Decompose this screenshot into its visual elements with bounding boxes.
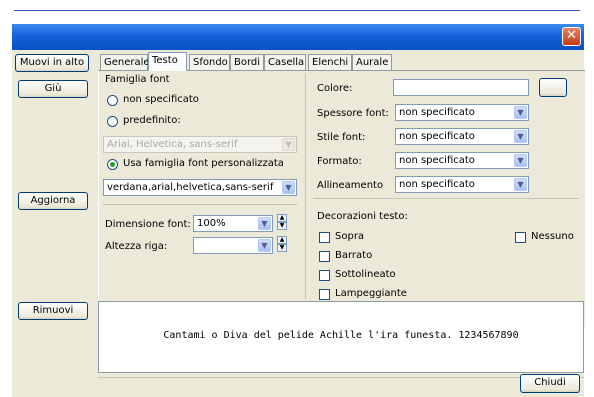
chevron-down-icon: ▼: [258, 217, 271, 230]
preview-text: Cantami o Diva del pelide Achille l'ira …: [163, 330, 519, 341]
chevron-down-icon: ▼: [258, 239, 271, 252]
column-divider: [305, 73, 306, 299]
spin-down-icon[interactable]: ▼: [277, 222, 287, 230]
underline-checkbox[interactable]: [319, 270, 330, 281]
blink-label: Lampeggiante: [335, 288, 407, 299]
overline-label: Sopra: [335, 231, 365, 242]
font-weight-select[interactable]: non specificato ▼: [395, 104, 529, 121]
custom-font-value: verdana,arial,helvetica,sans-serif: [107, 182, 274, 193]
line-height-select[interactable]: ▼: [193, 237, 273, 254]
font-size-spinner[interactable]: ▲ ▼: [277, 214, 287, 231]
no-decoration-label: Nessuno: [531, 231, 574, 242]
no-decoration-checkbox[interactable]: [515, 232, 526, 243]
title-bar: ✕: [12, 24, 584, 50]
font-weight-label: Spessore font:: [317, 108, 389, 119]
tab-generale[interactable]: Generale: [100, 54, 150, 70]
tab-aurale[interactable]: Aurale: [352, 54, 392, 70]
tab-elenchi[interactable]: Elenchi: [308, 54, 352, 70]
font-size-select[interactable]: 100% ▼: [193, 215, 273, 232]
alignment-value: non specificato: [399, 179, 475, 190]
text-tab-panel: Famiglia font non specificato predefinit…: [98, 70, 585, 327]
radio-custom-label: Usa famiglia font personalizzata: [123, 158, 284, 169]
font-style-select[interactable]: non specificato ▼: [395, 128, 529, 145]
radio-predefined[interactable]: [107, 116, 118, 127]
custom-font-select[interactable]: verdana,arial,helvetica,sans-serif ▼: [103, 179, 297, 196]
font-style-value: non specificato: [399, 131, 475, 142]
top-rule: [0, 0, 594, 11]
underline-label: Sottolineato: [335, 269, 396, 280]
font-size-value: 100%: [197, 218, 226, 229]
font-weight-value: non specificato: [399, 107, 475, 118]
radio-unspecified[interactable]: [107, 95, 118, 106]
close-button[interactable]: Chiudi: [520, 374, 580, 393]
move-up-button[interactable]: Muovi in alto: [15, 54, 89, 72]
format-select[interactable]: non specificato ▼: [395, 152, 529, 169]
line-height-spinner[interactable]: ▲ ▼: [277, 236, 287, 253]
style-dialog: ✕ Muovi in alto Giù Aggiorna Rimuovi Gen…: [12, 24, 585, 397]
chevron-down-icon: ▼: [282, 138, 295, 151]
font-family-label: Famiglia font: [105, 74, 170, 85]
tab-testo[interactable]: Testo: [148, 52, 187, 71]
tab-sfondo[interactable]: Sfondo: [189, 54, 230, 70]
radio-unspecified-label: non specificato: [123, 94, 199, 105]
alignment-label: Allineamento: [317, 180, 384, 191]
spin-down-icon[interactable]: ▼: [277, 244, 287, 252]
section-divider: [103, 204, 297, 205]
alignment-select[interactable]: non specificato ▼: [395, 176, 529, 193]
chevron-down-icon: ▼: [514, 154, 527, 167]
chevron-down-icon: ▼: [514, 178, 527, 191]
refresh-button[interactable]: Aggiorna: [18, 192, 88, 210]
blink-checkbox[interactable]: [319, 289, 330, 300]
color-label: Colore:: [317, 83, 353, 94]
chevron-down-icon: ▼: [514, 130, 527, 143]
preview-box: Cantami o Diva del pelide Achille l'ira …: [98, 301, 584, 373]
strikethrough-checkbox[interactable]: [319, 251, 330, 262]
line-height-label: Altezza riga:: [105, 241, 168, 252]
format-value: non specificato: [399, 155, 475, 166]
radio-custom-family[interactable]: [107, 159, 118, 170]
remove-button[interactable]: Rimuovi: [18, 302, 88, 320]
close-window-icon[interactable]: ✕: [562, 27, 581, 46]
section-divider: [313, 198, 579, 199]
tab-bordi[interactable]: Bordi: [230, 54, 264, 70]
move-down-button[interactable]: Giù: [18, 80, 88, 98]
chevron-down-icon: ▼: [282, 181, 295, 194]
text-decoration-label: Decorazioni testo:: [317, 211, 408, 222]
font-style-label: Stile font:: [317, 132, 366, 143]
footer-divider: [98, 377, 584, 378]
overline-checkbox[interactable]: [319, 232, 330, 243]
predefined-font-select[interactable]: Arial, Helvetica, sans-serif ▼: [103, 136, 297, 153]
predefined-font-value: Arial, Helvetica, sans-serif: [107, 139, 238, 150]
tab-casella[interactable]: Casella: [264, 54, 306, 70]
format-label: Formato:: [317, 156, 362, 167]
font-size-label: Dimensione font:: [105, 219, 191, 230]
color-input[interactable]: [393, 79, 529, 96]
color-picker-button[interactable]: [539, 78, 567, 97]
radio-predefined-label: predefinito:: [123, 115, 181, 126]
spin-up-icon[interactable]: ▲: [277, 236, 287, 244]
spin-up-icon[interactable]: ▲: [277, 214, 287, 222]
strikethrough-label: Barrato: [335, 250, 373, 261]
chevron-down-icon: ▼: [514, 106, 527, 119]
